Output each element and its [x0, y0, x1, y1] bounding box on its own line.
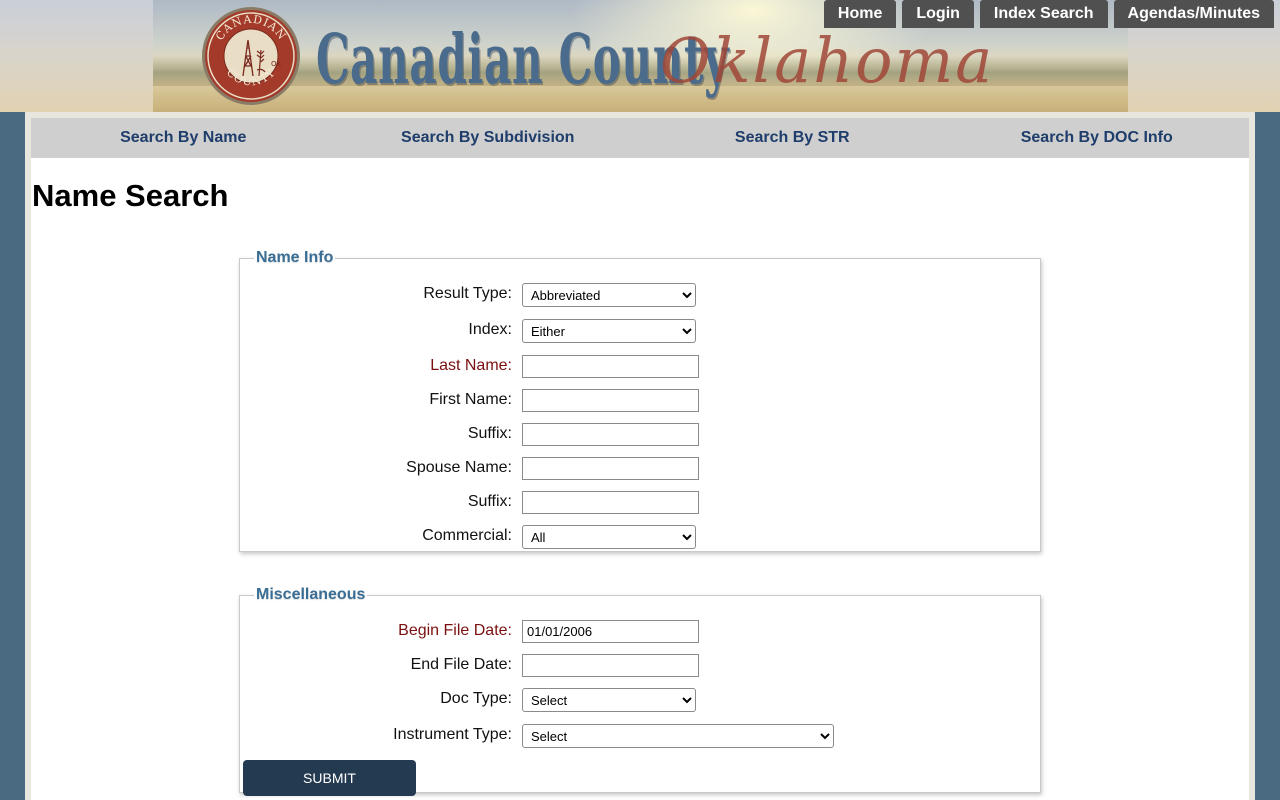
last-name-label: Last Name: [430, 357, 512, 374]
instrument-type-label: Instrument Type: [393, 726, 512, 743]
begin-file-date-input[interactable] [522, 620, 699, 643]
spouse-name-label: Spouse Name: [406, 459, 512, 476]
site-header: CANADIAN COUNTY OK Canadian County Oklah… [0, 0, 1280, 112]
last-name-input[interactable] [522, 355, 699, 378]
index-row: Index: Either [240, 319, 1040, 343]
doc-type-row: Doc Type: Select [240, 688, 1040, 712]
commercial-row: Commercial: All [240, 525, 1040, 549]
commercial-label: Commercial: [422, 527, 512, 544]
instrument-type-row: Instrument Type: Select [240, 724, 1040, 748]
last-name-row: Last Name: [240, 355, 1040, 379]
spouse-suffix-row: Suffix: [240, 491, 1040, 515]
nav-home[interactable]: Home [823, 0, 897, 28]
index-label: Index: [468, 321, 512, 338]
spouse-name-row: Spouse Name: [240, 457, 1040, 481]
seal-state-text: OK [271, 60, 282, 68]
instrument-type-select[interactable]: Select [522, 724, 834, 748]
end-file-date-row: End File Date: [240, 654, 1040, 678]
end-file-date-label: End File Date: [410, 656, 512, 673]
suffix-label: Suffix: [467, 425, 512, 442]
tab-search-by-subdivision[interactable]: Search By Subdivision [336, 129, 641, 147]
name-info-fieldset: Name Info Result Type: Abbreviated Index… [239, 249, 1041, 552]
doc-type-select[interactable]: Select [522, 688, 696, 712]
miscellaneous-legend: Miscellaneous [256, 586, 366, 603]
miscellaneous-fieldset: Miscellaneous Begin File Date: End File … [239, 586, 1041, 796]
result-type-select[interactable]: Abbreviated [522, 283, 696, 307]
result-type-row: Result Type: Abbreviated [240, 283, 1040, 307]
begin-file-date-row: Begin File Date: [240, 620, 1040, 644]
first-name-label: First Name: [429, 391, 512, 408]
end-file-date-input[interactable] [522, 654, 699, 677]
nav-index-search[interactable]: Index Search [979, 0, 1108, 28]
spouse-suffix-label: Suffix: [467, 493, 512, 510]
suffix-row: Suffix: [240, 423, 1040, 447]
doc-type-label: Doc Type: [440, 690, 512, 707]
search-type-nav: Search By Name Search By Subdivision Sea… [31, 112, 1249, 158]
nav-agendas-minutes[interactable]: Agendas/Minutes [1113, 0, 1274, 28]
spouse-name-input[interactable] [522, 457, 699, 480]
begin-file-date-label: Begin File Date: [398, 622, 512, 639]
county-seal-logo[interactable]: CANADIAN COUNTY OK [201, 6, 301, 106]
site-script-title: Oklahoma [660, 24, 995, 97]
tab-search-by-str[interactable]: Search By STR [640, 129, 945, 147]
first-name-row: First Name: [240, 389, 1040, 413]
suffix-input[interactable] [522, 423, 699, 446]
submit-button[interactable]: SUBMIT [243, 760, 416, 796]
page-frame: Search By Name Search By Subdivision Sea… [25, 112, 1255, 800]
nav-login[interactable]: Login [902, 0, 974, 28]
page-content: Search By Name Search By Subdivision Sea… [31, 112, 1249, 800]
page-title: Name Search [32, 178, 229, 213]
result-type-label: Result Type: [423, 285, 512, 302]
first-name-input[interactable] [522, 389, 699, 412]
commercial-select[interactable]: All [522, 525, 696, 549]
name-info-legend: Name Info [256, 249, 334, 266]
tab-search-by-name[interactable]: Search By Name [31, 129, 336, 147]
index-select[interactable]: Either [522, 319, 696, 343]
top-navigation: Home Login Index Search Agendas/Minutes [823, 0, 1274, 28]
tab-search-by-doc-info[interactable]: Search By DOC Info [945, 129, 1250, 147]
spouse-suffix-input[interactable] [522, 491, 699, 514]
